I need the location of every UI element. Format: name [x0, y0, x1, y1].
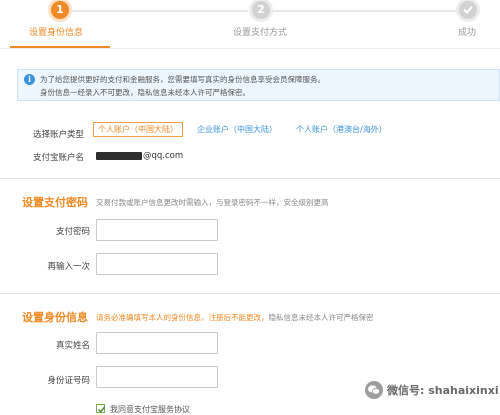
watermark-text: 微信号: shahaixinxi [387, 384, 499, 397]
account-type-option-business-mainland[interactable]: 企业账户（中国大陆） [197, 124, 277, 135]
notice-line-2: 身份信息一经录入不可更改，隐私信息未经本人许可严格保密。 [40, 88, 250, 97]
agreement-label[interactable]: 我同意支付宝服务协议 [110, 404, 190, 415]
redacted-username [96, 152, 142, 160]
identity-description-warning: 请务必准确填写本人的身份信息，注册后不能更改， [96, 313, 269, 322]
identity-description: 请务必准确填写本人的身份信息，注册后不能更改，隐私信息未经本人许可严格保密 [96, 312, 374, 323]
id-number-input[interactable] [96, 366, 218, 388]
account-type-label: 选择账户类型 [33, 130, 85, 140]
alipay-account-label: 支付宝账户名 [33, 153, 85, 163]
divider [0, 178, 500, 179]
real-name-input[interactable] [96, 332, 218, 354]
agreement-checkbox[interactable] [96, 404, 106, 413]
step-1-indicator: 1 [51, 1, 69, 19]
payment-password-input[interactable] [96, 219, 218, 241]
divider [0, 48, 500, 49]
real-name-label: 真实姓名 [55, 341, 90, 351]
step-3-check-icon [459, 1, 477, 19]
info-icon: i [24, 74, 35, 85]
alipay-account-value: @qq.com [143, 151, 184, 161]
account-type-option-personal-mainland[interactable]: 个人账户（中国大陆） [93, 122, 183, 137]
id-number-label: 身份证号码 [47, 376, 90, 386]
payment-password-description: 交易付款或账户信息更改时需输入，与登录密码不一样，安全级别更高 [96, 198, 329, 207]
step-connector [272, 10, 458, 12]
step-3-label: 成功 [458, 28, 477, 38]
wechat-icon [365, 381, 383, 399]
divider [0, 293, 500, 294]
notice-line-1: 为了给您提供更好的支付和金融服务，您需要填写真实的身份信息享受会员保障服务。 [40, 75, 325, 84]
step-connector [70, 10, 248, 12]
account-type-option-personal-overseas[interactable]: 个人账户（港澳台/海外） [296, 124, 387, 135]
identity-description-rest: 隐私信息未经本人许可严格保密 [268, 313, 374, 322]
payment-password-title: 设置支付密码 [22, 196, 88, 209]
step-1-label: 设置身份信息 [29, 28, 84, 38]
step-2-label: 设置支付方式 [233, 28, 288, 38]
info-notice: i 为了给您提供更好的支付和金融服务，您需要填写真实的身份信息享受会员保障服务。… [17, 69, 500, 101]
payment-password-label: 支付密码 [55, 227, 90, 237]
identity-title: 设置身份信息 [22, 311, 88, 324]
checkmark-icon [97, 406, 106, 413]
step-progress: 1 2 设置身份信息 设置支付方式 成功 [0, 0, 500, 44]
confirm-password-input[interactable] [96, 253, 218, 275]
confirm-password-label: 再输入一次 [47, 262, 90, 272]
step-2-indicator: 2 [252, 1, 270, 19]
